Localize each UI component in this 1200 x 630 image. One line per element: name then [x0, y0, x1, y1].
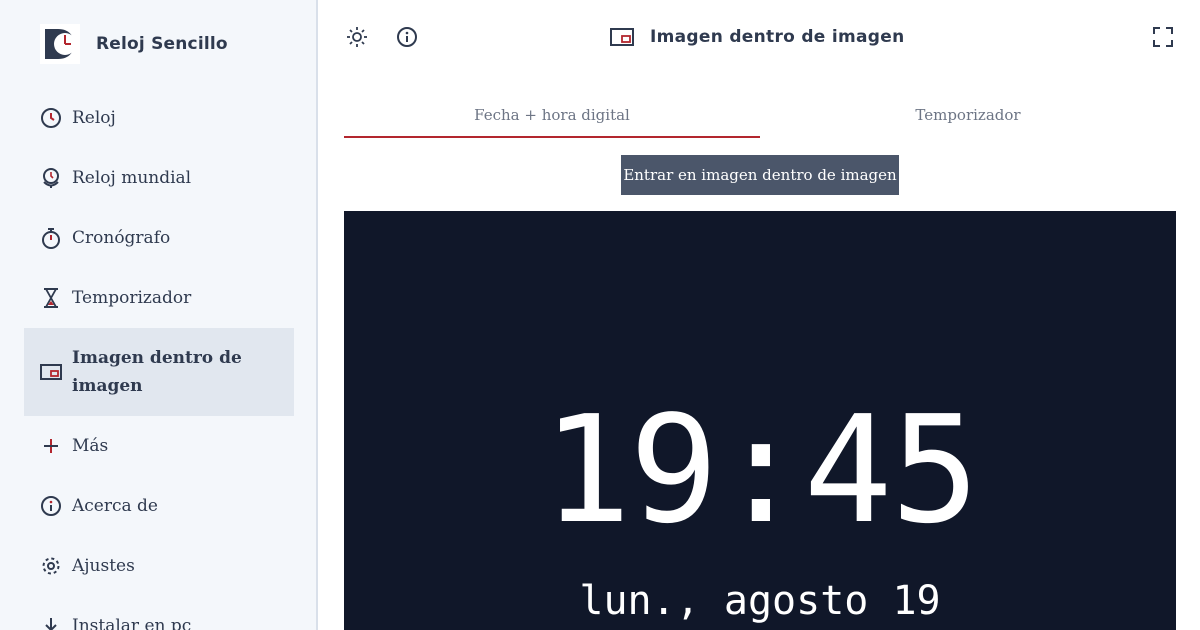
sidebar-item-cronografo[interactable]: Cronógrafo [24, 208, 294, 268]
sidebar-item-label: Reloj mundial [72, 168, 192, 188]
sidebar-item-label: Ajustes [72, 556, 135, 576]
tab-temporizador[interactable]: Temporizador [760, 96, 1176, 140]
theme-toggle-icon[interactable] [344, 24, 370, 50]
sidebar-item-label: Temporizador [72, 288, 192, 308]
download-icon [40, 615, 62, 630]
sidebar-item-reloj[interactable]: Reloj [24, 88, 294, 148]
sidebar-item-ajustes[interactable]: Ajustes [24, 536, 294, 596]
top-bar: Imagen dentro de imagen [320, 0, 1200, 74]
sidebar: Reloj Sencillo Reloj Reloj mundial Cronó… [0, 0, 318, 630]
sidebar-nav: Reloj Reloj mundial Cronógrafo Temporiza… [24, 88, 294, 630]
sidebar-item-label: Reloj [72, 108, 116, 128]
info-icon[interactable] [394, 24, 420, 50]
sidebar-item-mas[interactable]: Más [24, 416, 294, 476]
brand[interactable]: Reloj Sencillo [40, 24, 228, 64]
sidebar-item-temporizador[interactable]: Temporizador [24, 268, 294, 328]
fullscreen-icon[interactable] [1150, 24, 1176, 50]
sidebar-item-label: Instalar en pc [72, 616, 192, 630]
clock-icon [40, 107, 62, 129]
picture-in-picture-icon [40, 361, 62, 383]
app-logo-icon [40, 24, 80, 64]
app-name: Reloj Sencillo [96, 34, 228, 54]
page-title-text: Imagen dentro de imagen [650, 27, 905, 47]
sidebar-item-label: Cronógrafo [72, 228, 171, 248]
sidebar-item-label: Acerca de [72, 496, 158, 516]
sidebar-item-reloj-mundial[interactable]: Reloj mundial [24, 148, 294, 208]
tab-bar: Fecha + hora digital Temporizador [344, 96, 1176, 140]
page-title: Imagen dentro de imagen [610, 22, 904, 52]
sidebar-item-label: Más [72, 436, 109, 456]
sidebar-item-acerca-de[interactable]: Acerca de [24, 476, 294, 536]
gear-icon [40, 555, 62, 577]
clock-display: 19:45 lun., agosto 19 [344, 211, 1176, 630]
clock-time: 19:45 [542, 384, 980, 556]
enter-pip-button[interactable]: Entrar en imagen dentro de imagen [621, 155, 899, 195]
tab-fecha-hora-digital[interactable]: Fecha + hora digital [344, 96, 760, 140]
sidebar-item-imagen-dentro-de-imagen[interactable]: Imagen dentro de imagen [24, 328, 294, 416]
info-icon [40, 495, 62, 517]
stopwatch-icon [40, 227, 62, 249]
sidebar-item-instalar-en-pc[interactable]: Instalar en pc [24, 596, 294, 630]
plus-icon [40, 435, 62, 457]
hourglass-icon [40, 287, 62, 309]
sidebar-item-label: Imagen dentro de imagen [72, 348, 242, 396]
clock-date: lun., agosto 19 [579, 578, 941, 624]
world-clock-icon [40, 167, 62, 189]
picture-in-picture-icon [610, 28, 634, 46]
